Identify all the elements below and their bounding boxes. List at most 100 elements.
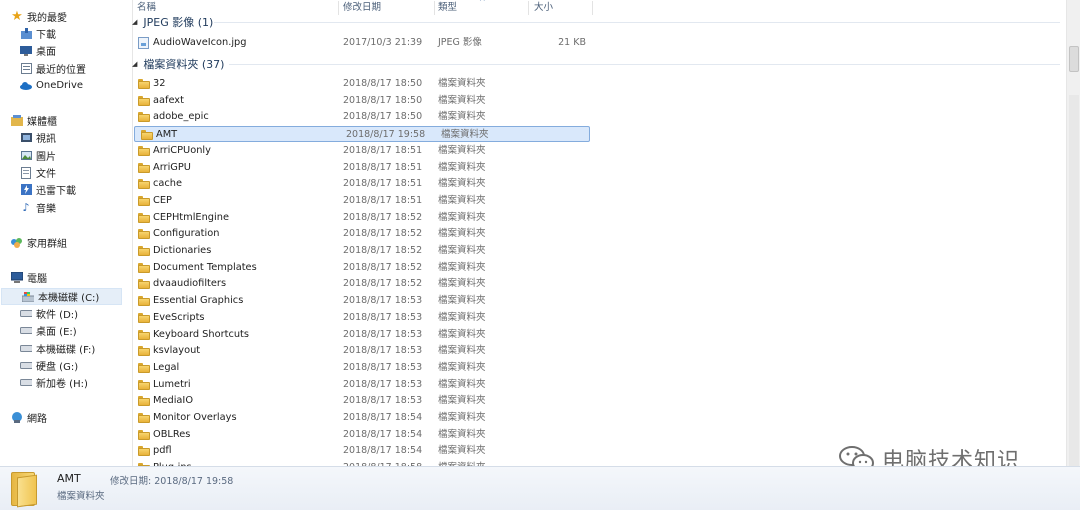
column-header-size[interactable]: 大小 <box>534 0 553 16</box>
folder-row[interactable]: Dictionaries 2018/8/17 18:52 檔案資料夾 <box>132 243 1066 259</box>
folder-row[interactable]: CEP 2018/8/17 18:51 檔案資料夾 <box>132 193 1066 209</box>
nav-item-thunder-downloads[interactable]: 迅雷下載 <box>0 181 124 198</box>
nav-item-documents[interactable]: 文件 <box>0 164 124 181</box>
folder-name: CEP <box>153 194 172 206</box>
column-header-type[interactable]: 類型 <box>438 0 457 16</box>
collapse-triangle-icon[interactable]: ◢ <box>132 60 137 68</box>
nav-drive-g[interactable]: 硬盘 (G:) <box>0 357 124 374</box>
nav-computer[interactable]: 電腦 <box>0 269 124 286</box>
folder-row[interactable]: dvaaudiofilters 2018/8/17 18:52 檔案資料夾 <box>132 276 1066 292</box>
folder-row[interactable]: cache 2018/8/17 18:51 檔案資料夾 <box>132 176 1066 192</box>
nav-network[interactable]: 網路 <box>0 409 124 426</box>
navigation-pane: ★ 我的最愛 下載 桌面 最近的位置 OneDrive 媒體櫃 視訊 圖片 文件… <box>0 0 124 466</box>
details-modified-label: 修改日期: <box>110 476 152 487</box>
folder-name: Keyboard Shortcuts <box>153 328 249 340</box>
folder-name: Dictionaries <box>153 245 212 256</box>
folder-icon <box>138 346 150 357</box>
folder-name: adobe_epic <box>153 111 209 123</box>
nav-item-onedrive[interactable]: OneDrive <box>0 77 124 94</box>
nav-item-label: 新加卷 (H:) <box>36 379 88 390</box>
details-name: AMT <box>57 472 81 485</box>
nav-libraries-label: 媒體櫃 <box>27 117 57 128</box>
folder-row[interactable]: Lumetri 2018/8/17 18:53 檔案資料夾 <box>132 377 1066 393</box>
column-divider[interactable] <box>338 1 339 15</box>
vertical-scrollbar[interactable] <box>1066 0 1080 467</box>
folder-type: 檔案資料夾 <box>438 161 486 173</box>
nav-homegroup[interactable]: 家用群組 <box>0 234 124 251</box>
folder-row[interactable]: AMT 2018/8/17 19:58 檔案資料夾 <box>134 126 590 143</box>
nav-item-label: 視訊 <box>36 134 56 145</box>
nav-item-pictures[interactable]: 圖片 <box>0 147 124 164</box>
nav-drive-c[interactable]: 本機磁碟 (C:) <box>1 288 122 305</box>
folder-icon <box>138 195 150 206</box>
windows-drive-icon <box>22 291 34 303</box>
folder-row[interactable]: adobe_epic 2018/8/17 18:50 檔案資料夾 <box>132 109 1066 125</box>
column-divider[interactable] <box>434 1 435 15</box>
folder-row[interactable]: 32 2018/8/17 18:50 檔案資料夾 <box>132 76 1066 92</box>
folder-row[interactable]: OBLRes 2018/8/17 18:54 檔案資料夾 <box>132 427 1066 443</box>
folder-icon <box>138 329 150 340</box>
file-row[interactable]: AudioWaveIcon.jpg 2017/10/3 21:39 JPEG 影… <box>132 35 1066 51</box>
folder-icon <box>138 296 150 307</box>
folder-row[interactable]: aafext 2018/8/17 18:50 檔案資料夾 <box>132 93 1066 109</box>
folder-type: 檔案資料夾 <box>438 211 486 223</box>
nav-item-label: 硬盘 (G:) <box>36 362 79 373</box>
nav-favorites[interactable]: ★ 我的最愛 <box>0 8 124 25</box>
nav-item-label: 桌面 (E:) <box>36 327 77 338</box>
group-rule <box>214 22 1060 23</box>
pictures-library-icon <box>20 150 32 162</box>
nav-drive-f[interactable]: 本機磁碟 (F:) <box>0 340 124 357</box>
folder-date: 2018/8/17 18:53 <box>343 395 423 407</box>
folder-row[interactable]: Document Templates 2018/8/17 18:52 檔案資料夾 <box>132 260 1066 276</box>
folder-type: 檔案資料夾 <box>438 445 486 457</box>
folder-type: 檔案資料夾 <box>438 345 486 357</box>
nav-drive-d[interactable]: 軟件 (D:) <box>0 305 124 322</box>
group-header-folders[interactable]: ◢ 檔案資料夾 (37) <box>132 56 224 72</box>
nav-item-label: 圖片 <box>36 152 56 163</box>
column-header-date[interactable]: 修改日期 <box>343 0 381 16</box>
folder-row[interactable]: ksvlayout 2018/8/17 18:53 檔案資料夾 <box>132 343 1066 359</box>
folder-type: 檔案資料夾 <box>441 129 489 141</box>
folder-date: 2018/8/17 18:53 <box>343 328 423 340</box>
nav-drive-e[interactable]: 桌面 (E:) <box>0 322 124 339</box>
folder-icon <box>138 396 150 407</box>
hard-drive-icon <box>20 377 32 389</box>
folder-row[interactable]: CEPHtmlEngine 2018/8/17 18:52 檔案資料夾 <box>132 210 1066 226</box>
collapse-triangle-icon[interactable]: ◢ <box>132 18 137 26</box>
computer-icon <box>11 272 23 284</box>
folder-row[interactable]: Configuration 2018/8/17 18:52 檔案資料夾 <box>132 226 1066 242</box>
group-rule <box>229 64 1060 65</box>
nav-item-videos[interactable]: 視訊 <box>0 129 124 146</box>
column-divider[interactable] <box>528 1 529 15</box>
nav-drive-h[interactable]: 新加卷 (H:) <box>0 374 124 391</box>
folder-date: 2018/8/17 18:51 <box>343 161 423 173</box>
selected-folder-icon <box>11 472 39 508</box>
scrollbar-thumb[interactable] <box>1069 46 1079 72</box>
nav-item-music[interactable]: ♪ 音樂 <box>0 199 124 216</box>
nav-item-label: 文件 <box>36 169 56 180</box>
folder-row[interactable]: MediaIO 2018/8/17 18:53 檔案資料夾 <box>132 393 1066 409</box>
nav-item-recent-places[interactable]: 最近的位置 <box>0 60 124 77</box>
scrollbar-track[interactable] <box>1069 95 1079 467</box>
folder-row[interactable]: ArriCPUonly 2018/8/17 18:51 檔案資料夾 <box>132 143 1066 159</box>
folder-date: 2018/8/17 18:52 <box>343 261 423 273</box>
nav-item-desktop[interactable]: 桌面 <box>0 42 124 59</box>
nav-libraries[interactable]: 媒體櫃 <box>0 112 124 129</box>
folder-row[interactable]: EveScripts 2018/8/17 18:53 檔案資料夾 <box>132 310 1066 326</box>
folder-row[interactable]: Keyboard Shortcuts 2018/8/17 18:53 檔案資料夾 <box>132 327 1066 343</box>
folder-row[interactable]: ArriGPU 2018/8/17 18:51 檔案資料夾 <box>132 160 1066 176</box>
nav-item-label: 桌面 <box>36 47 56 58</box>
nav-item-downloads[interactable]: 下載 <box>0 25 124 42</box>
folder-date: 2018/8/17 18:52 <box>343 211 423 223</box>
folder-name: 32 <box>153 78 166 89</box>
nav-network-label: 網路 <box>27 414 47 425</box>
folder-row[interactable]: Essential Graphics 2018/8/17 18:53 檔案資料夾 <box>132 293 1066 309</box>
folder-row[interactable]: Legal 2018/8/17 18:53 檔案資料夾 <box>132 360 1066 376</box>
column-divider[interactable] <box>592 1 593 15</box>
file-date: 2017/10/3 21:39 <box>343 37 423 48</box>
file-type: JPEG 影像 <box>438 37 482 48</box>
group-header-jpeg[interactable]: ◢ JPEG 影像 (1) <box>132 14 213 30</box>
folder-name: aafext <box>153 94 184 106</box>
folder-row[interactable]: Monitor Overlays 2018/8/17 18:54 檔案資料夾 <box>132 410 1066 426</box>
folder-icon <box>138 79 150 89</box>
